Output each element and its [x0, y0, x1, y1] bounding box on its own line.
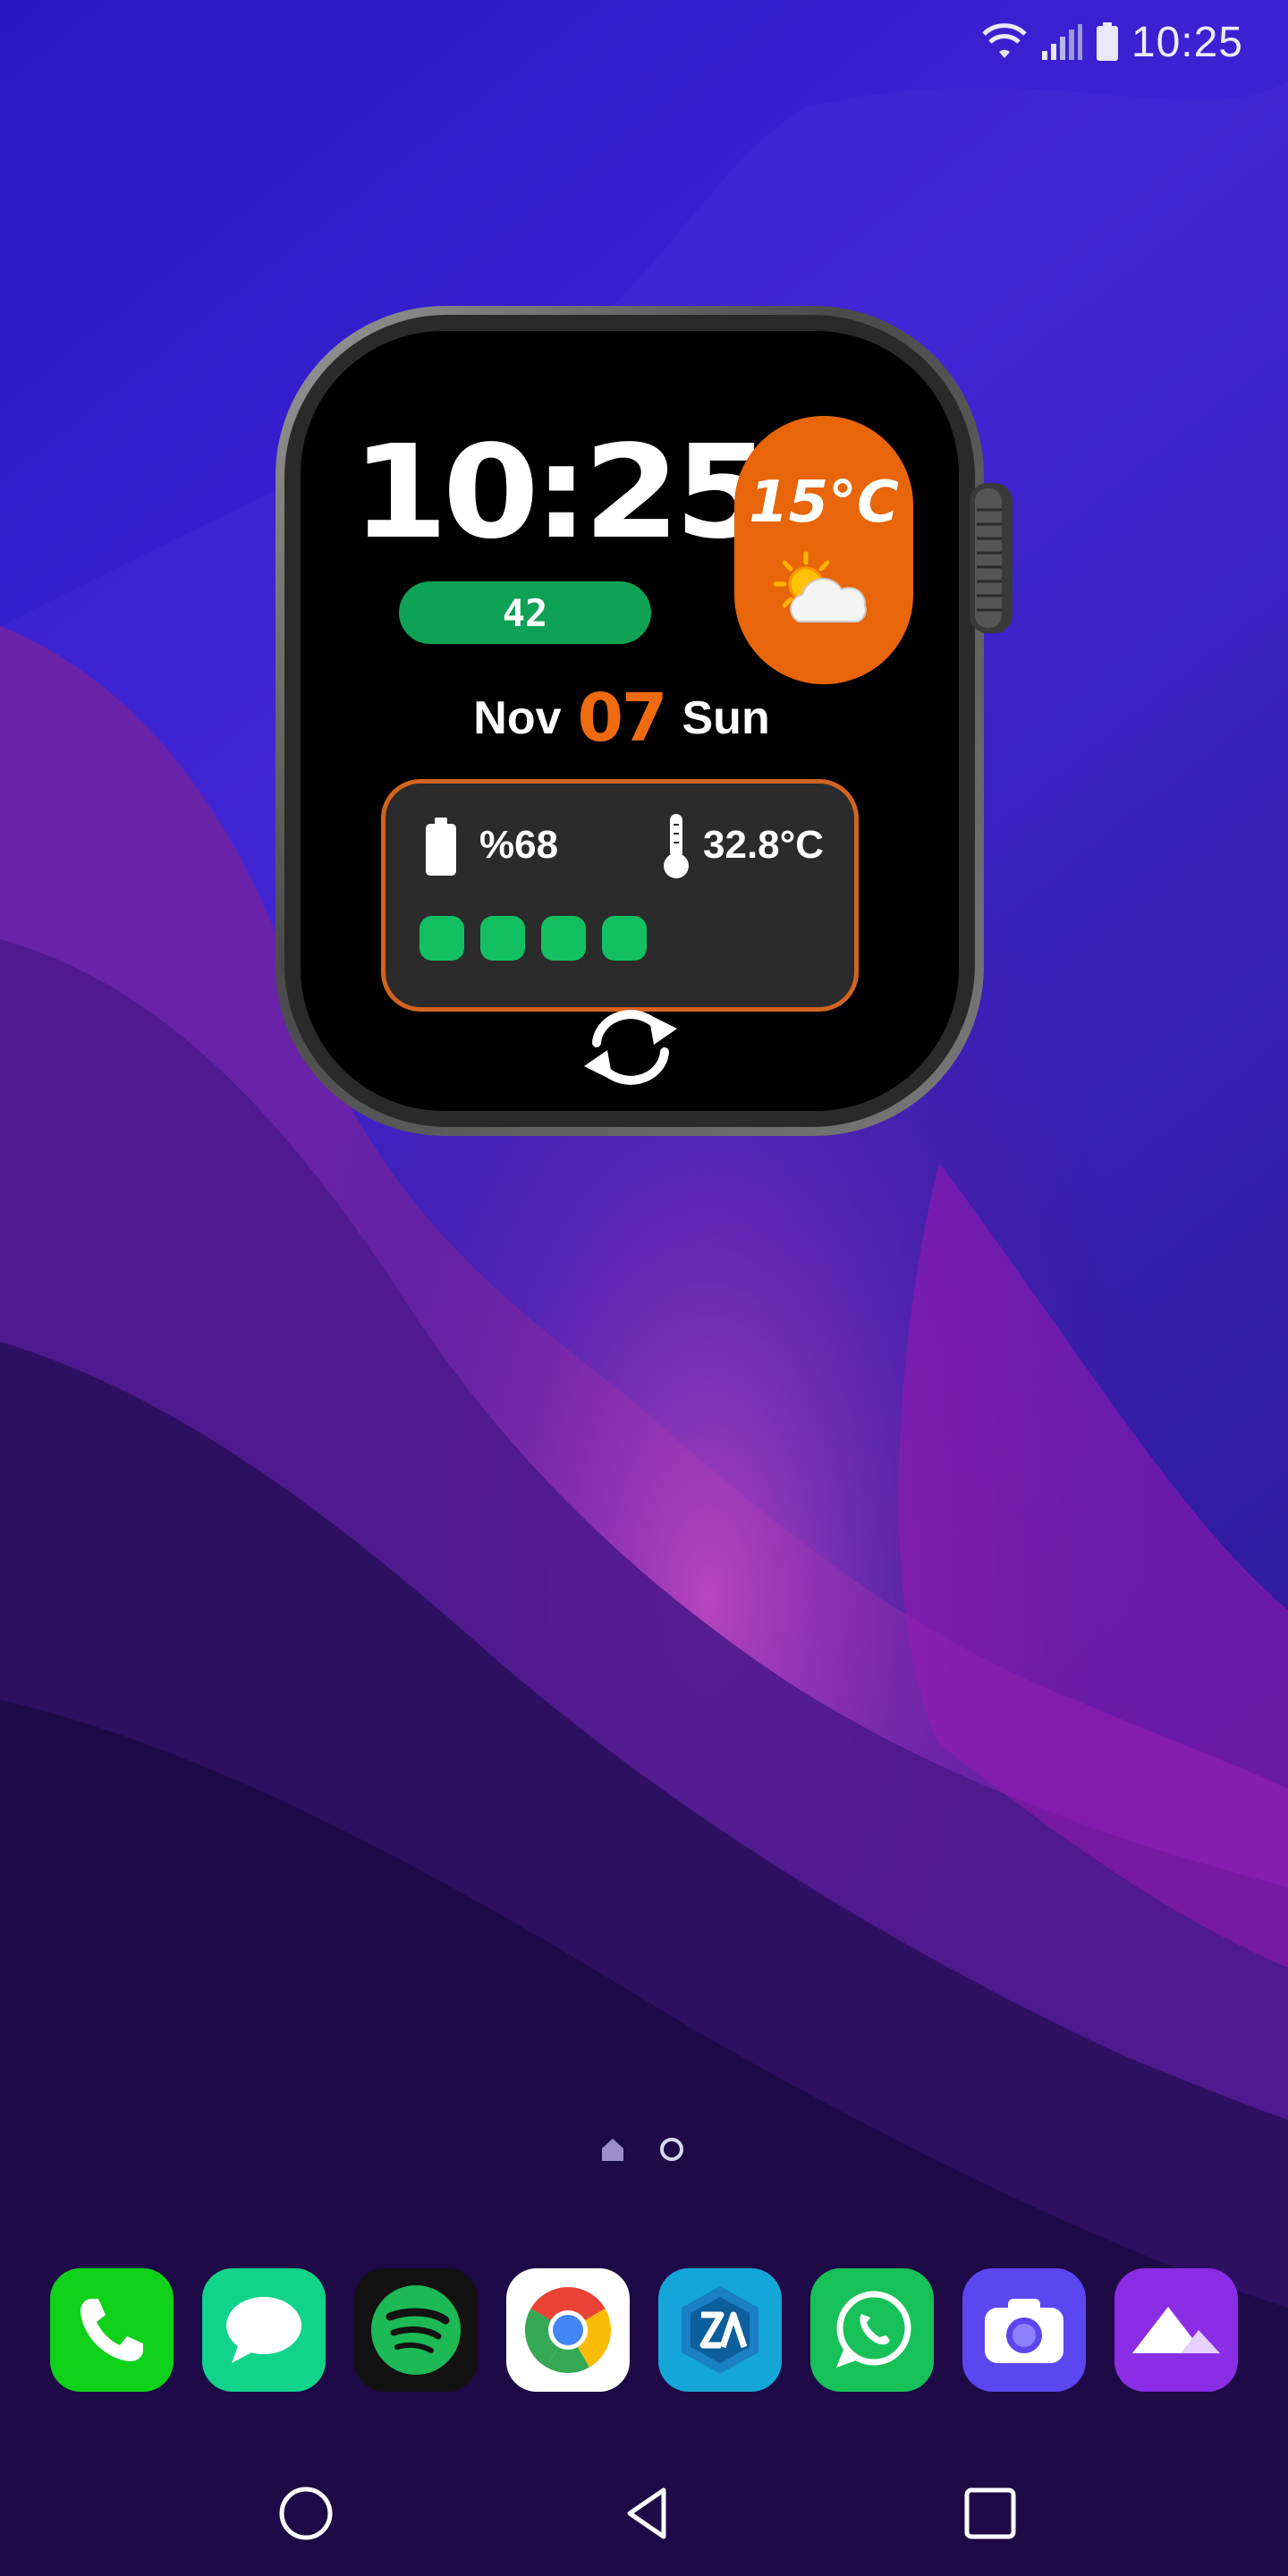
whatsapp-icon [836, 2291, 911, 2368]
page-dot[interactable] [660, 2138, 683, 2161]
phone-app-icon[interactable] [50, 2268, 174, 2392]
zarchiver-app-icon[interactable] [658, 2268, 782, 2392]
clock-time: 10:25 [352, 417, 771, 567]
gallery-app-icon[interactable] [1114, 2268, 1238, 2392]
whatsapp-app-icon[interactable] [810, 2268, 934, 2392]
wifi-icon [982, 23, 1027, 58]
spotify-app-icon[interactable] [354, 2268, 478, 2392]
steps-count: 42 [502, 590, 548, 635]
level-dot [541, 916, 586, 961]
messages-app-icon[interactable] [202, 2268, 326, 2392]
chrome-app-icon[interactable] [506, 2268, 630, 2392]
watch-widget[interactable]: 10:25 42 15°C Nov 07 Sun %68 32.8°C [268, 295, 1020, 1145]
dock [50, 2268, 1238, 2394]
level-dot [480, 916, 525, 961]
date-day: 07 [577, 680, 668, 757]
level-dot [419, 916, 464, 961]
phone-icon [80, 2299, 143, 2361]
signal-icon [1041, 24, 1082, 60]
thermometer-icon [664, 814, 689, 878]
camera-icon [985, 2299, 1063, 2363]
nav-recents-button[interactable] [945, 2469, 1035, 2558]
digital-crown[interactable] [970, 483, 1013, 633]
battery-icon [1096, 22, 1118, 61]
nav-back-button[interactable] [605, 2469, 694, 2558]
level-dots [419, 916, 647, 961]
battery-level-icon [426, 818, 456, 876]
level-dot [602, 916, 647, 961]
weather-pill[interactable]: 15°C [734, 416, 913, 684]
spotify-icon [371, 2285, 461, 2375]
date-month: Nov [473, 692, 562, 744]
partly-cloudy-icon [773, 551, 867, 623]
steps-pill: 42 [399, 581, 651, 644]
nav-home-button[interactable] [261, 2469, 351, 2558]
gallery-icon [1132, 2307, 1220, 2353]
status-time: 10:25 [1131, 18, 1243, 66]
camera-app-icon[interactable] [962, 2268, 1086, 2392]
home-icon [279, 2487, 333, 2540]
message-icon [226, 2297, 301, 2363]
date-row: Nov 07 Sun [268, 678, 975, 758]
battery-percent: %68 [479, 823, 559, 867]
status-bar: 10:25 [981, 11, 1243, 73]
device-temperature: 32.8°C [703, 823, 825, 867]
page-indicators [599, 2136, 683, 2163]
recents-icon [964, 2487, 1016, 2539]
date-weekday: Sun [682, 692, 770, 744]
nav-bar [0, 2469, 1288, 2558]
back-icon [627, 2487, 666, 2539]
weather-temperature: 15°C [748, 470, 900, 536]
info-panel: %68 32.8°C [381, 779, 859, 1012]
chrome-icon [524, 2287, 612, 2374]
page-home-icon[interactable] [599, 2136, 626, 2163]
refresh-icon[interactable] [577, 1002, 684, 1091]
zarchiver-icon [682, 2286, 758, 2374]
